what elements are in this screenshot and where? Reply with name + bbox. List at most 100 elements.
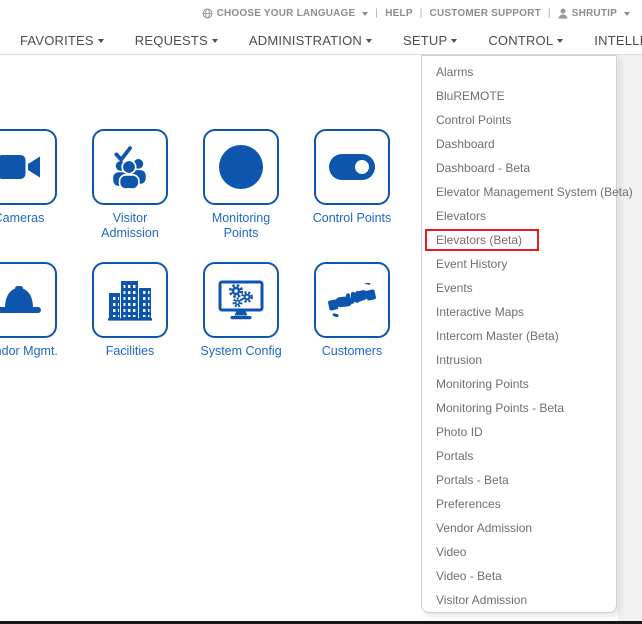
menu-item-label: Preferences (436, 497, 501, 511)
menu-item-monitoring-points-beta[interactable]: Monitoring Points - Beta (422, 396, 616, 420)
background-filler (618, 55, 642, 621)
menu-item-video-beta[interactable]: Video - Beta (422, 564, 616, 588)
menu-item-events[interactable]: Events (422, 276, 616, 300)
tile-box (203, 129, 279, 205)
nav-label: REQUESTS (135, 33, 208, 48)
tile-box (314, 129, 390, 205)
menu-item-label: Dashboard (436, 137, 495, 151)
tile-control-points[interactable]: Control Points (314, 129, 390, 262)
tile-label: Visitor Admission (86, 211, 174, 241)
menu-item-label: Video (436, 545, 466, 559)
menu-item-label: Interactive Maps (436, 305, 524, 319)
visitor-group-check-icon (108, 145, 152, 189)
language-label: CHOOSE YOUR LANGUAGE (217, 8, 356, 19)
menu-item-alarms[interactable]: Alarms (422, 60, 616, 84)
language-selector[interactable]: CHOOSE YOUR LANGUAGE (202, 8, 369, 19)
tile-label: Cameras (0, 211, 63, 226)
buildings-icon (108, 279, 152, 321)
menu-item-elevators[interactable]: Elevators (422, 204, 616, 228)
menu-item-label: Control Points (436, 113, 511, 127)
tile-label: Facilities (86, 344, 174, 359)
menu-item-dashboard-beta[interactable]: Dashboard - Beta (422, 156, 616, 180)
menu-item-label: Portals - Beta (436, 473, 509, 487)
menu-item-photo-id[interactable]: Photo ID (422, 420, 616, 444)
menu-item-dashboard[interactable]: Dashboard (422, 132, 616, 156)
tile-box (203, 262, 279, 338)
chevron-down-icon (212, 39, 218, 43)
tile-label: Control Points (308, 211, 396, 226)
menu-item-label: Monitoring Points - Beta (436, 401, 564, 415)
tile-monitoring-points[interactable]: Monitoring Points (203, 129, 279, 262)
tile-vendor-mgmt[interactable]: Vendor Mgmt. (0, 262, 57, 395)
separator: | (420, 8, 423, 19)
main-nav: FAVORITES REQUESTS ADMINISTRATION SETUP … (0, 27, 642, 55)
app-window: CHOOSE YOUR LANGUAGE | HELP | CUSTOMER S… (0, 0, 642, 624)
menu-item-label: Vendor Admission (436, 521, 532, 535)
menu-item-elevator-management-system-beta[interactable]: Elevator Management System (Beta) (422, 180, 616, 204)
highlight-box (425, 229, 539, 251)
tile-facilities[interactable]: Facilities (92, 262, 168, 395)
tile-visitor-admission[interactable]: Visitor Admission (92, 129, 168, 262)
menu-item-label: Event History (436, 257, 507, 271)
menu-item-preferences[interactable]: Preferences (422, 492, 616, 516)
toggle-switch-icon (329, 154, 375, 180)
menu-item-label: Visitor Admission (436, 593, 527, 607)
tile-box (0, 262, 57, 338)
toggle-knob (355, 160, 369, 174)
nav-item-administration[interactable]: ADMINISTRATION (249, 33, 372, 48)
chevron-down-icon (98, 39, 104, 43)
nav-label: SETUP (403, 33, 447, 48)
menu-item-bluremote[interactable]: BluREMOTE (422, 84, 616, 108)
tile-system-config[interactable]: System Config (203, 262, 279, 395)
tile-box (92, 262, 168, 338)
menu-item-elevators-beta[interactable]: Elevators (Beta) (422, 228, 616, 252)
help-link[interactable]: HELP (385, 8, 412, 19)
nav-item-requests[interactable]: REQUESTS (135, 33, 218, 48)
tile-box (314, 262, 390, 338)
chevron-down-icon (624, 12, 630, 16)
chevron-down-icon (451, 39, 457, 43)
menu-item-label: BluREMOTE (436, 89, 505, 103)
nav-item-setup[interactable]: SETUP (403, 33, 457, 48)
handshake-icon (328, 283, 376, 317)
menu-item-intercom-master-beta[interactable]: Intercom Master (Beta) (422, 324, 616, 348)
menu-item-intrusion[interactable]: Intrusion (422, 348, 616, 372)
user-icon (558, 8, 568, 19)
customer-support-link[interactable]: CUSTOMER SUPPORT (430, 8, 541, 19)
menu-item-label: Alarms (436, 65, 473, 79)
tile-box (0, 129, 57, 205)
menu-item-label: Dashboard - Beta (436, 161, 530, 175)
menu-item-interactive-maps[interactable]: Interactive Maps (422, 300, 616, 324)
user-menu[interactable]: SHRUTIP (558, 8, 630, 19)
menu-item-portals-beta[interactable]: Portals - Beta (422, 468, 616, 492)
tile-label: Vendor Mgmt. (0, 344, 63, 359)
menu-item-visitor-admission[interactable]: Visitor Admission (422, 588, 616, 612)
nav-item-control[interactable]: CONTROL (488, 33, 563, 48)
control-dropdown-menu: Alarms BluREMOTE Control Points Dashboar… (421, 55, 617, 613)
menu-item-label: Photo ID (436, 425, 483, 439)
tile-cameras[interactable]: Cameras (0, 129, 57, 262)
tile-label: Customers (308, 344, 396, 359)
menu-item-event-history[interactable]: Event History (422, 252, 616, 276)
nav-label: INTELLIGENCE (594, 33, 642, 48)
globe-icon (202, 8, 213, 19)
monitor-gears-icon (217, 280, 265, 320)
menu-item-video[interactable]: Video (422, 540, 616, 564)
tile-box (92, 129, 168, 205)
separator: | (548, 8, 551, 19)
nav-label: ADMINISTRATION (249, 33, 362, 48)
menu-item-control-points[interactable]: Control Points (422, 108, 616, 132)
menu-item-label: Elevators (436, 209, 486, 223)
menu-item-monitoring-points[interactable]: Monitoring Points (422, 372, 616, 396)
menu-item-label: Portals (436, 449, 473, 463)
nav-item-intelligence[interactable]: INTELLIGENCE (594, 33, 642, 48)
menu-item-portals[interactable]: Portals (422, 444, 616, 468)
video-camera-icon (0, 152, 41, 182)
nav-item-favorites[interactable]: FAVORITES (20, 33, 104, 48)
menu-item-label: Intercom Master (Beta) (436, 329, 559, 343)
nav-label: CONTROL (488, 33, 553, 48)
hard-hat-icon (0, 284, 42, 316)
topbar: CHOOSE YOUR LANGUAGE | HELP | CUSTOMER S… (0, 0, 642, 27)
tile-customers[interactable]: Customers (314, 262, 390, 395)
menu-item-vendor-admission[interactable]: Vendor Admission (422, 516, 616, 540)
